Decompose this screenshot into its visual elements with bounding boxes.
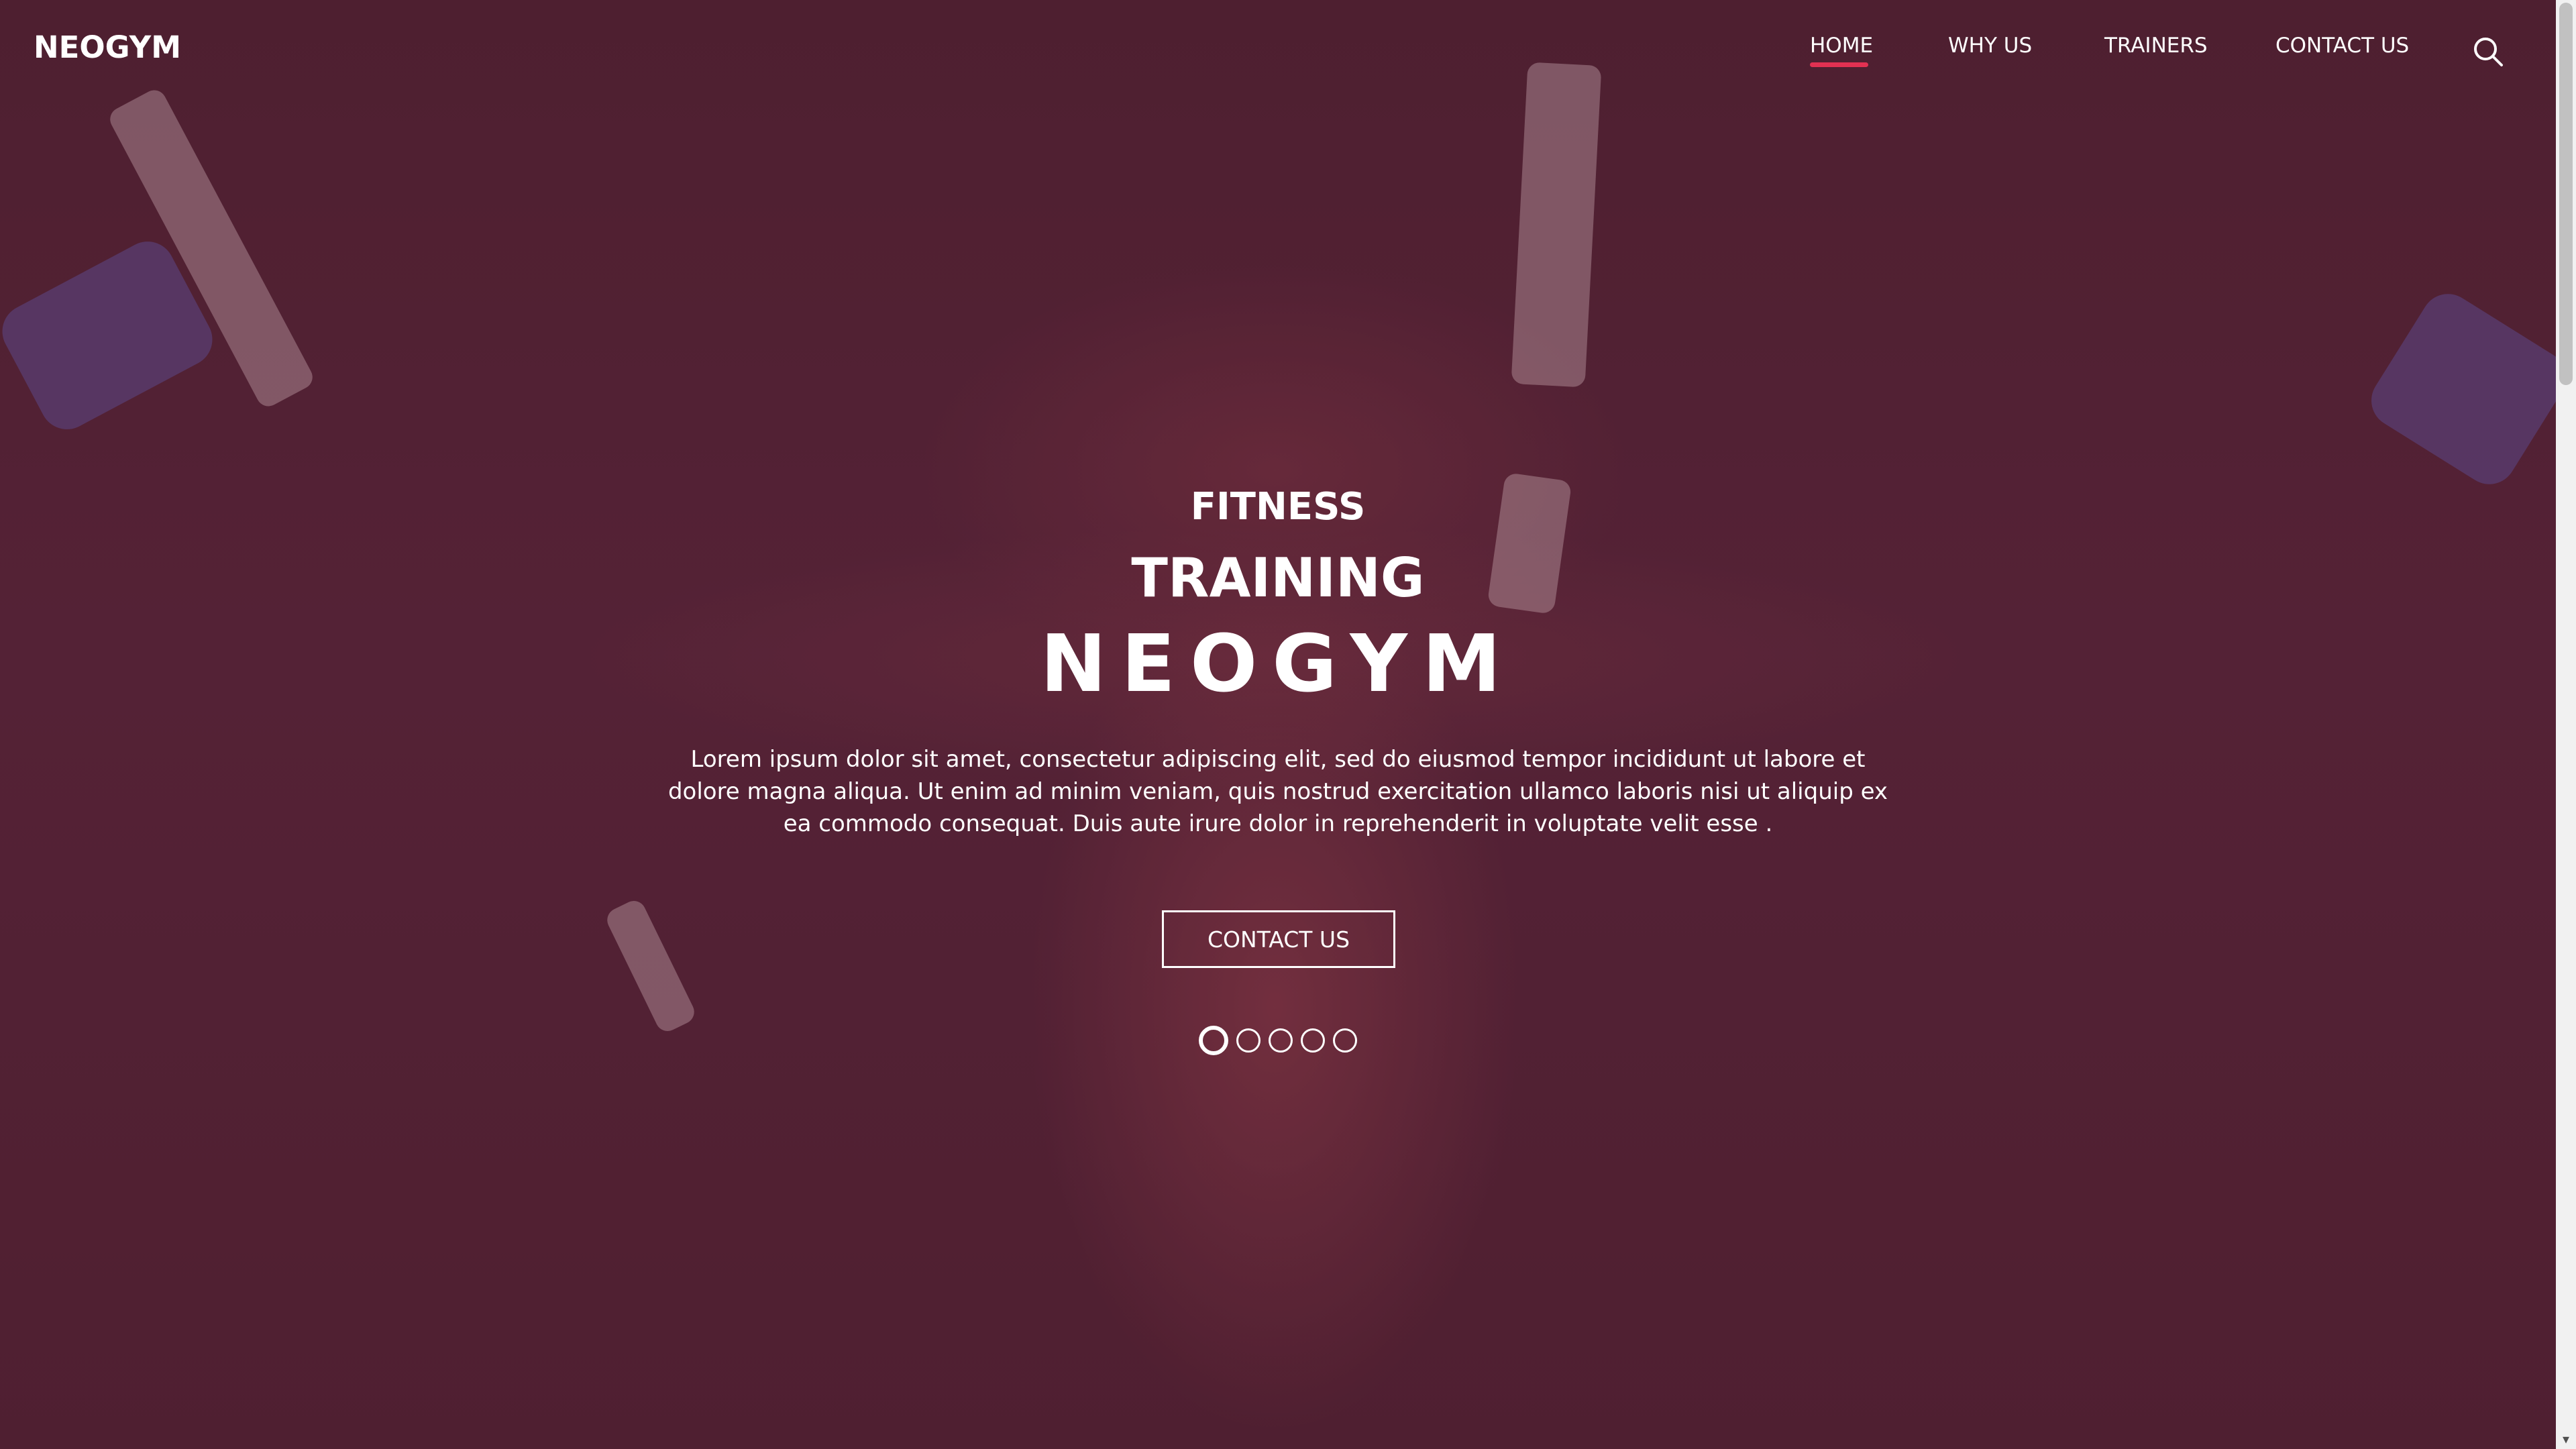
nav-link-contact-us[interactable]: CONTACT US [2275, 34, 2409, 58]
search-icon[interactable] [2471, 35, 2505, 68]
hero-subtitle-fitness: FITNESS [1190, 485, 1366, 529]
nav-link-trainers[interactable]: TRAINERS [2104, 34, 2208, 58]
carousel-indicators [604, 1026, 1952, 1055]
brand-logo[interactable]: NEOGYM [34, 30, 181, 65]
carousel-dot-1[interactable] [1199, 1026, 1228, 1055]
nav-link-why-us[interactable]: WHY US [1948, 34, 2032, 58]
contact-us-button[interactable]: CONTACT US [1162, 910, 1395, 968]
carousel-dot-4[interactable] [1301, 1028, 1325, 1053]
page: NEOGYM HOME WHY US TRAINERS CONTACT US F… [0, 0, 2576, 1449]
hero-subtitle-training: TRAINING [1131, 547, 1425, 609]
vertical-scrollbar[interactable]: ▾ [2556, 0, 2576, 1449]
hero-title: NEOGYM [1040, 617, 1516, 710]
carousel-dot-2[interactable] [1236, 1028, 1260, 1053]
carousel-dot-3[interactable] [1269, 1028, 1293, 1053]
carousel-dot-5[interactable] [1333, 1028, 1357, 1053]
scroll-down-arrow-icon[interactable]: ▾ [2556, 1429, 2576, 1449]
hero-description: Lorem ipsum dolor sit amet, consectetur … [667, 746, 1888, 837]
hero-section: FITNESS TRAINING NEOGYM Lorem ipsum dolo… [604, 0, 1952, 1449]
scrollbar-thumb[interactable] [2559, 3, 2573, 385]
